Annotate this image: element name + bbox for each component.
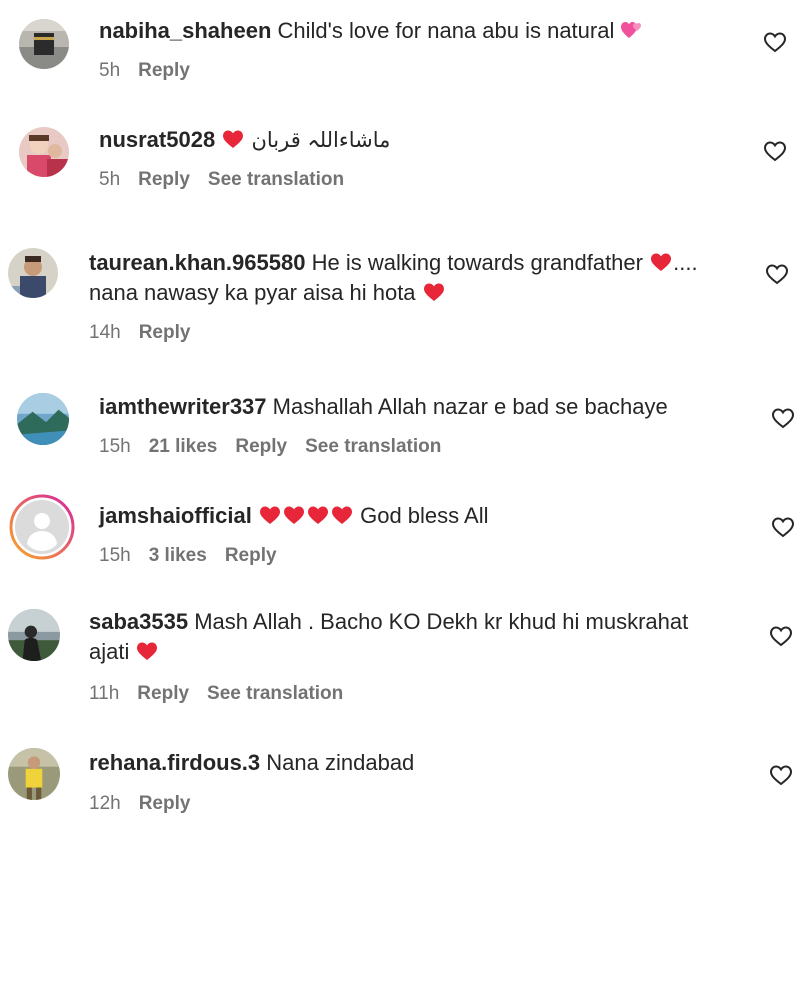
avatar[interactable] bbox=[8, 609, 60, 661]
avatar[interactable] bbox=[19, 127, 69, 177]
reply-button[interactable]: Reply bbox=[138, 169, 190, 190]
likes-count[interactable]: 21 likes bbox=[149, 436, 218, 457]
avatar[interactable] bbox=[17, 393, 69, 445]
comment-meta: 14h Reply bbox=[89, 322, 208, 344]
red-heart-icon bbox=[330, 504, 354, 526]
comment-body: He is walking towards grandfather bbox=[311, 250, 643, 275]
comment-meta: 12h Reply bbox=[89, 793, 208, 815]
comment-text: taurean.khan.965580 He is walking toward… bbox=[89, 248, 749, 308]
comment-text: iamthewriter337 Mashallah Allah nazar e … bbox=[99, 392, 739, 422]
comment-time: 14h bbox=[89, 322, 121, 343]
see-translation-button[interactable]: See translation bbox=[207, 683, 343, 704]
avatar[interactable] bbox=[19, 19, 69, 69]
comment-text: rehana.firdous.3 Nana zindabad bbox=[89, 748, 729, 778]
comment-body: God bless All bbox=[360, 503, 489, 528]
red-heart-icon bbox=[282, 504, 306, 526]
comment-body: Child's love for nana abu is natural bbox=[277, 18, 615, 43]
comment-username[interactable]: iamthewriter337 bbox=[99, 394, 267, 419]
red-heart-icon bbox=[649, 251, 673, 273]
red-heart-icon bbox=[221, 128, 245, 150]
reply-button[interactable]: Reply bbox=[225, 545, 277, 566]
comment-username[interactable]: rehana.firdous.3 bbox=[89, 750, 260, 775]
red-heart-icon bbox=[258, 504, 282, 526]
comment-text: nabiha_shaheen Child's love for nana abu… bbox=[99, 16, 739, 46]
likes-count[interactable]: 3 likes bbox=[149, 545, 207, 566]
reply-button[interactable]: Reply bbox=[235, 436, 287, 457]
like-heart-icon[interactable] bbox=[771, 516, 795, 538]
reply-button[interactable]: Reply bbox=[139, 793, 191, 814]
avatar[interactable] bbox=[9, 494, 75, 560]
comment-time: 15h bbox=[99, 545, 131, 566]
reply-button[interactable]: Reply bbox=[139, 322, 191, 343]
reply-button[interactable]: Reply bbox=[138, 60, 190, 81]
two-hearts-icon bbox=[620, 19, 644, 41]
red-heart-icon bbox=[422, 281, 446, 303]
see-translation-button[interactable]: See translation bbox=[305, 436, 441, 457]
like-heart-icon[interactable] bbox=[763, 31, 787, 53]
comment-username[interactable]: taurean.khan.965580 bbox=[89, 250, 305, 275]
like-heart-icon[interactable] bbox=[769, 764, 793, 786]
comment-time: 11h bbox=[89, 683, 120, 704]
comment-body: Nana zindabad bbox=[266, 750, 415, 775]
comment-text: nusrat5028 ماشاءاللہ قربان bbox=[99, 125, 739, 155]
comment-meta: 15h 21 likes Reply See translation bbox=[99, 436, 459, 458]
comment-body-ellipsis: .... bbox=[673, 250, 698, 275]
comment-meta: 11h Reply See translation bbox=[89, 683, 361, 705]
like-heart-icon[interactable] bbox=[763, 140, 787, 162]
comment-text: saba3535 Mash Allah . Bacho KO Dekh kr k… bbox=[89, 607, 749, 667]
comment-username[interactable]: nusrat5028 bbox=[99, 127, 215, 152]
comment-body: Mashallah Allah nazar e bad se bachaye bbox=[272, 394, 668, 419]
comment-time: 5h bbox=[99, 169, 121, 190]
comment-time: 15h bbox=[99, 436, 131, 457]
avatar[interactable] bbox=[8, 748, 60, 800]
reply-button[interactable]: Reply bbox=[137, 683, 189, 704]
comment-body-line2: ajati bbox=[89, 639, 130, 664]
red-heart-icon bbox=[306, 504, 330, 526]
comment-time: 5h bbox=[99, 60, 121, 81]
comment-meta: 5h Reply bbox=[99, 60, 208, 82]
comment-username[interactable]: saba3535 bbox=[89, 609, 188, 634]
comment-text: jamshaiofficial God bless All bbox=[99, 501, 739, 531]
like-heart-icon[interactable] bbox=[769, 625, 793, 647]
see-translation-button[interactable]: See translation bbox=[208, 169, 344, 190]
comment-body: Mash Allah . Bacho KO Dekh kr khud hi mu… bbox=[194, 609, 689, 634]
comment-time: 12h bbox=[89, 793, 121, 814]
comment-meta: 5h Reply See translation bbox=[99, 169, 362, 191]
avatar[interactable] bbox=[8, 248, 58, 298]
like-heart-icon[interactable] bbox=[771, 407, 795, 429]
like-heart-icon[interactable] bbox=[765, 263, 789, 285]
comment-body-line2: nana nawasy ka pyar aisa hi hota bbox=[89, 280, 416, 305]
comment-username[interactable]: nabiha_shaheen bbox=[99, 18, 271, 43]
comment-body: ماشاءاللہ قربان bbox=[251, 128, 391, 152]
red-heart-icon bbox=[135, 640, 159, 662]
comment-meta: 15h 3 likes Reply bbox=[99, 545, 295, 567]
comment-username[interactable]: jamshaiofficial bbox=[99, 503, 252, 528]
